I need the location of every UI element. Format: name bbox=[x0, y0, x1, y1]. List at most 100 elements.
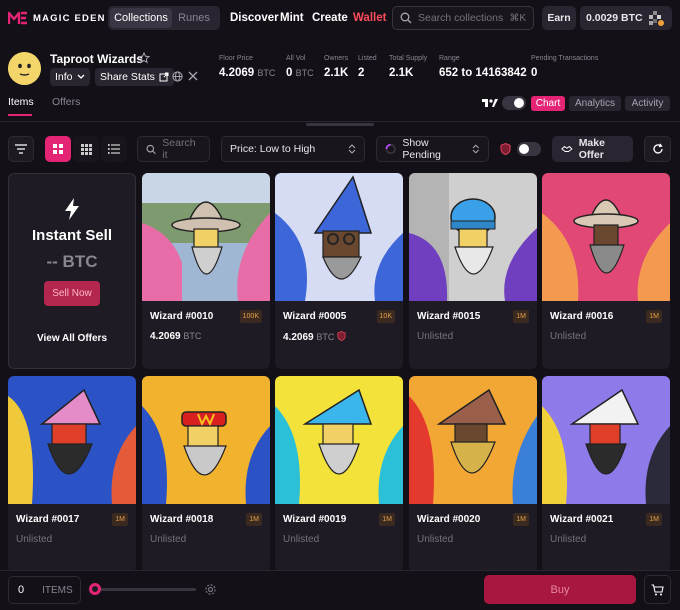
search-icon bbox=[400, 12, 412, 24]
card-status: Unlisted bbox=[150, 534, 187, 545]
items-search-placeholder: Search it bbox=[162, 137, 196, 161]
magic-eden-logo-icon bbox=[8, 11, 27, 25]
wizard-artwork-image bbox=[409, 173, 537, 301]
collections-search[interactable]: Search collections ⌘K bbox=[392, 6, 534, 30]
nft-card[interactable]: Wizard #0016 1M Unlisted bbox=[542, 173, 670, 369]
brand-logo[interactable]: MAGIC EDEN bbox=[8, 11, 106, 25]
smiley-face-icon bbox=[8, 52, 41, 85]
refresh-button[interactable] bbox=[644, 136, 671, 162]
safe-toggle-switch[interactable] bbox=[517, 142, 541, 156]
chart-toggle-switch[interactable] bbox=[502, 96, 526, 110]
toggle-runes[interactable]: Runes bbox=[172, 8, 216, 28]
buy-button[interactable]: Buy bbox=[484, 575, 636, 604]
wizard-artwork-image bbox=[409, 376, 537, 504]
nft-card[interactable]: Wizard #0019 1M Unlisted bbox=[275, 376, 403, 572]
x-twitter-icon[interactable] bbox=[188, 71, 198, 84]
sweep-slider-thumb[interactable] bbox=[89, 583, 101, 595]
card-status: Unlisted bbox=[16, 534, 53, 545]
nft-card[interactable]: Wizard #0005 10K 4.2069 BTC bbox=[275, 173, 403, 369]
card-price: 4.2069 BTC bbox=[283, 331, 346, 343]
favorite-star-icon[interactable] bbox=[137, 51, 151, 67]
bottom-bar: 0 ITEMS Buy bbox=[0, 570, 680, 610]
cart-icon bbox=[651, 583, 664, 595]
tradingview-icon[interactable] bbox=[482, 97, 498, 112]
tab-analytics[interactable]: Analytics bbox=[569, 96, 621, 111]
make-offer-button[interactable]: Make Offer bbox=[552, 136, 633, 162]
collection-name: Taproot Wizards bbox=[50, 52, 144, 66]
handshake-icon bbox=[561, 145, 573, 152]
nav-wallet[interactable]: Wallet bbox=[353, 12, 386, 24]
sort-select[interactable]: Price: Low to High bbox=[221, 136, 365, 162]
tab-chart[interactable]: Chart bbox=[531, 96, 565, 111]
tab-items[interactable]: Items bbox=[8, 96, 34, 108]
filter-button[interactable] bbox=[8, 136, 34, 162]
item-count: 0 bbox=[18, 584, 25, 596]
user-avatar[interactable] bbox=[647, 9, 665, 27]
card-title: Wizard #0010 bbox=[150, 311, 214, 322]
make-offer-label: Make Offer bbox=[578, 137, 605, 161]
nft-card[interactable]: Wizard #0020 1M Unlisted bbox=[409, 376, 537, 572]
card-status: Unlisted bbox=[550, 331, 587, 342]
earn-button[interactable]: Earn bbox=[542, 6, 576, 30]
stat-value-range: 652 to 14163842 bbox=[439, 67, 527, 79]
stat-label-range: Range bbox=[439, 55, 460, 62]
collection-avatar bbox=[8, 52, 41, 85]
nft-card[interactable]: Wizard #0021 1M Unlisted bbox=[542, 376, 670, 572]
shield-icon bbox=[500, 142, 511, 158]
rarity-badge: 100K bbox=[239, 310, 262, 323]
stat-value-volume: 0 BTC bbox=[286, 67, 314, 79]
external-link-icon bbox=[159, 72, 169, 82]
wizard-artwork-image bbox=[542, 376, 670, 504]
nft-card[interactable]: Wizard #0017 1M Unlisted bbox=[8, 376, 136, 572]
nav-mint[interactable]: Mint bbox=[280, 12, 304, 24]
card-price: 4.2069 BTC bbox=[150, 331, 202, 342]
list-icon bbox=[108, 144, 120, 154]
rarity-badge: 1M bbox=[513, 310, 529, 323]
nav-create[interactable]: Create bbox=[312, 12, 348, 24]
stat-value-pending: 0 bbox=[531, 67, 538, 79]
globe-icon[interactable] bbox=[172, 71, 183, 85]
refresh-icon bbox=[652, 143, 663, 154]
show-pending-select[interactable]: Show Pending bbox=[376, 136, 489, 162]
settings-gear-icon[interactable] bbox=[204, 583, 217, 599]
search-icon bbox=[146, 144, 156, 154]
card-title: Wizard #0020 bbox=[417, 514, 481, 525]
info-label: Info bbox=[55, 71, 73, 83]
toggle-collections[interactable]: Collections bbox=[110, 8, 172, 28]
view-all-offers-link[interactable]: View All Offers bbox=[9, 333, 135, 344]
grid-large-view-button[interactable] bbox=[45, 136, 71, 162]
card-status: Unlisted bbox=[417, 534, 454, 545]
instant-sell-price: -- BTC bbox=[46, 252, 98, 271]
balance-value: 0.0029 BTC bbox=[586, 12, 643, 24]
cart-button[interactable] bbox=[644, 575, 671, 604]
nft-card[interactable]: Wizard #0010 100K 4.2069 BTC bbox=[142, 173, 270, 369]
sell-now-button[interactable]: Sell Now bbox=[44, 281, 100, 306]
wizard-artwork-image bbox=[142, 173, 270, 301]
rarity-badge: 1M bbox=[246, 513, 262, 526]
shield-icon bbox=[337, 331, 346, 341]
pixel-avatar-icon bbox=[649, 11, 664, 26]
share-stats-label: Share Stats bbox=[100, 71, 155, 83]
card-title: Wizard #0021 bbox=[550, 514, 614, 525]
nft-card[interactable]: Wizard #0015 1M Unlisted bbox=[409, 173, 537, 369]
item-count-input[interactable]: 0 ITEMS bbox=[8, 576, 81, 604]
stat-value-supply: 2.1K bbox=[389, 67, 414, 79]
share-stats-button[interactable]: Share Stats bbox=[95, 68, 174, 86]
tab-offers[interactable]: Offers bbox=[52, 96, 80, 108]
grid-small-view-button[interactable] bbox=[73, 136, 99, 162]
nav-discover[interactable]: Discover bbox=[230, 12, 279, 24]
resize-handle[interactable] bbox=[306, 123, 374, 126]
grid-large-icon bbox=[53, 144, 63, 154]
grid-small-icon bbox=[80, 143, 92, 155]
rarity-badge: 1M bbox=[513, 513, 529, 526]
info-dropdown[interactable]: Info bbox=[50, 68, 90, 86]
nft-card[interactable]: Wizard #0018 1M Unlisted bbox=[142, 376, 270, 572]
rarity-badge: 1M bbox=[112, 513, 128, 526]
top-nav: MAGIC EDEN Collections Runes Discover Mi… bbox=[0, 0, 680, 36]
list-view-button[interactable] bbox=[101, 136, 127, 162]
items-search-input[interactable]: Search it bbox=[137, 136, 210, 162]
sweep-slider-track[interactable] bbox=[94, 588, 196, 591]
items-label: ITEMS bbox=[42, 584, 73, 596]
card-status: Unlisted bbox=[417, 331, 454, 342]
tab-activity[interactable]: Activity bbox=[625, 96, 670, 111]
